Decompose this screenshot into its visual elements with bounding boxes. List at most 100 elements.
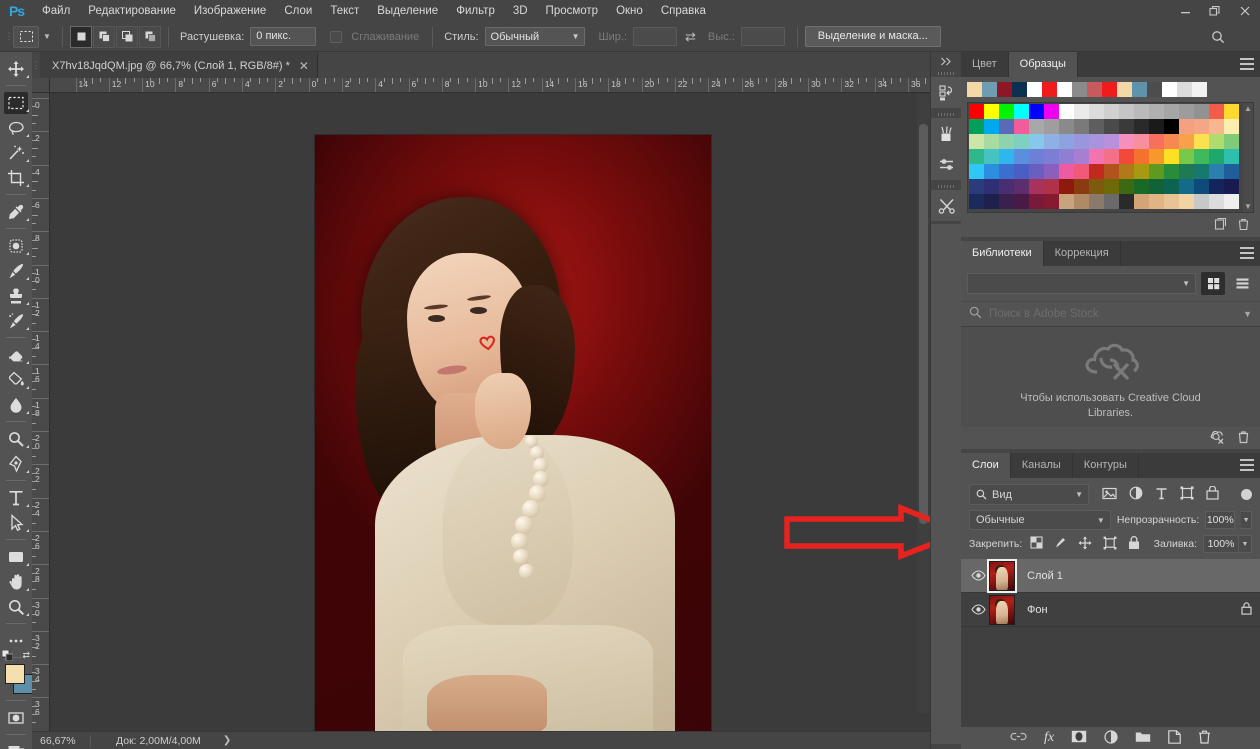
color-swatch[interactable] [1029, 179, 1044, 194]
color-swatch[interactable] [1044, 134, 1059, 149]
recent-swatch[interactable] [1072, 82, 1087, 97]
color-swatch[interactable] [1164, 164, 1179, 179]
shape-filter-icon[interactable] [1180, 486, 1194, 503]
color-swatch[interactable] [999, 149, 1014, 164]
color-swatch[interactable] [1104, 164, 1119, 179]
menu-select[interactable]: Выделение [368, 0, 447, 22]
color-swatch[interactable] [1149, 149, 1164, 164]
grid-view-button[interactable] [1201, 272, 1225, 295]
quick-selection-tool[interactable] [0, 140, 32, 165]
sync-off-icon[interactable] [1210, 430, 1225, 447]
color-swatch[interactable] [969, 194, 984, 209]
color-swatch[interactable] [1089, 179, 1104, 194]
color-swatch[interactable] [1059, 119, 1074, 134]
color-swatch[interactable] [1209, 119, 1224, 134]
move-tool[interactable] [0, 56, 32, 81]
color-swatch[interactable] [1014, 164, 1029, 179]
swatches-grid[interactable] [969, 104, 1252, 209]
tabstrip-grip[interactable]: ⋮ [32, 52, 41, 78]
color-swatch[interactable] [1089, 104, 1104, 119]
foreground-color-swatch[interactable] [5, 664, 25, 684]
horizontal-ruler[interactable]: 14 12 10 8 6 4 2 0 2 4 6 8 10 12 14 16 18 20 22 24 26 28 30 32 3… [50, 78, 930, 93]
menu-image[interactable]: Изображение [185, 0, 275, 22]
eraser-tool[interactable] [0, 342, 32, 367]
scrollbar-thumb[interactable] [919, 124, 928, 524]
intersect-selection-button[interactable] [139, 25, 161, 48]
status-expand-icon[interactable]: ❯ [223, 735, 231, 746]
color-swatch[interactable] [1134, 104, 1149, 119]
tab-swatches[interactable]: Образцы [1008, 52, 1078, 77]
scroll-up-icon[interactable]: ▲ [1244, 104, 1252, 113]
history-brush-tool[interactable] [0, 308, 32, 333]
lock-image-icon[interactable] [1054, 536, 1067, 552]
color-swatch[interactable] [1044, 149, 1059, 164]
new-selection-button[interactable] [70, 25, 92, 48]
history-panel-button[interactable] [931, 77, 962, 108]
restore-button[interactable] [1200, 0, 1230, 22]
color-swatch[interactable] [984, 164, 999, 179]
color-swatch[interactable] [1149, 134, 1164, 149]
document-tab[interactable]: X7hv18JqdQM.jpg @ 66,7% (Слой 1, RGB/8#)… [40, 52, 318, 78]
color-swatch[interactable] [984, 179, 999, 194]
pen-tool[interactable] [0, 451, 32, 476]
color-swatch[interactable] [1164, 134, 1179, 149]
screen-mode-button[interactable] [0, 739, 32, 749]
style-select[interactable]: Обычный ▼ [484, 27, 585, 46]
color-swatch[interactable] [1119, 164, 1134, 179]
spot-healing-brush-tool[interactable] [0, 233, 32, 258]
menu-3d[interactable]: 3D [504, 0, 537, 22]
color-swatch[interactable] [1089, 149, 1104, 164]
color-swatch[interactable] [1089, 194, 1104, 209]
options-bar-grip[interactable]: ⋮ [5, 22, 14, 52]
color-swatch[interactable] [1134, 164, 1149, 179]
dodge-tool[interactable] [0, 426, 32, 451]
minimize-button[interactable] [1170, 0, 1200, 22]
color-swatch[interactable] [1164, 149, 1179, 164]
color-swatch[interactable] [969, 179, 984, 194]
color-swatch[interactable] [1044, 179, 1059, 194]
zoom-tool[interactable] [0, 594, 32, 619]
recent-swatch[interactable] [1027, 82, 1042, 97]
rectangular-marquee-tool[interactable] [0, 90, 32, 115]
adjustments-panel-button[interactable] [931, 149, 962, 180]
layer-visibility-icon[interactable] [967, 604, 989, 615]
panel-menu-icon[interactable] [1240, 247, 1254, 259]
opacity-stepper-icon[interactable]: ▼ [1241, 511, 1252, 529]
color-swatch[interactable] [984, 149, 999, 164]
color-swatch[interactable] [1224, 194, 1239, 209]
color-swatch[interactable] [1074, 119, 1089, 134]
color-swatch[interactable] [1224, 134, 1239, 149]
color-swatch[interactable] [1074, 194, 1089, 209]
color-swatch[interactable] [1104, 104, 1119, 119]
swap-dimensions-icon[interactable]: ⇄ [685, 29, 696, 45]
recent-swatch[interactable] [1057, 82, 1072, 97]
tab-adjustments[interactable]: Коррекция [1043, 241, 1121, 266]
blur-tool[interactable] [0, 392, 32, 417]
color-swatch[interactable] [1059, 134, 1074, 149]
brush-settings-button[interactable] [931, 118, 962, 149]
color-swatch[interactable] [1059, 179, 1074, 194]
chevron-down-icon[interactable]: ▼ [1243, 309, 1252, 319]
color-swatch[interactable] [1044, 119, 1059, 134]
fill-input[interactable]: 100% [1203, 535, 1239, 553]
color-swatch[interactable] [1134, 149, 1149, 164]
rail-drag-handle[interactable] [931, 111, 961, 118]
lasso-tool[interactable] [0, 115, 32, 140]
filter-toggle-switch[interactable] [1241, 489, 1252, 500]
select-and-mask-button[interactable]: Выделение и маска... [804, 26, 941, 47]
lock-position-icon[interactable] [1078, 536, 1092, 553]
recent-swatch[interactable] [1147, 82, 1162, 97]
color-swatch[interactable] [1194, 149, 1209, 164]
layer-filter-select[interactable]: Вид ▼ [969, 484, 1089, 505]
color-swatch[interactable] [1194, 119, 1209, 134]
search-input[interactable]: Поиск в Adobe Stock [989, 308, 1236, 320]
color-swatch[interactable] [1194, 104, 1209, 119]
lock-transparent-icon[interactable] [1030, 536, 1043, 552]
color-swatch[interactable] [999, 194, 1014, 209]
canvas-vertical-scrollbar[interactable] [917, 94, 930, 713]
color-swatch[interactable] [1209, 134, 1224, 149]
type-tool[interactable] [0, 485, 32, 510]
color-swatch[interactable] [969, 164, 984, 179]
new-layer-icon[interactable] [1168, 729, 1181, 747]
color-swatch[interactable] [1029, 134, 1044, 149]
